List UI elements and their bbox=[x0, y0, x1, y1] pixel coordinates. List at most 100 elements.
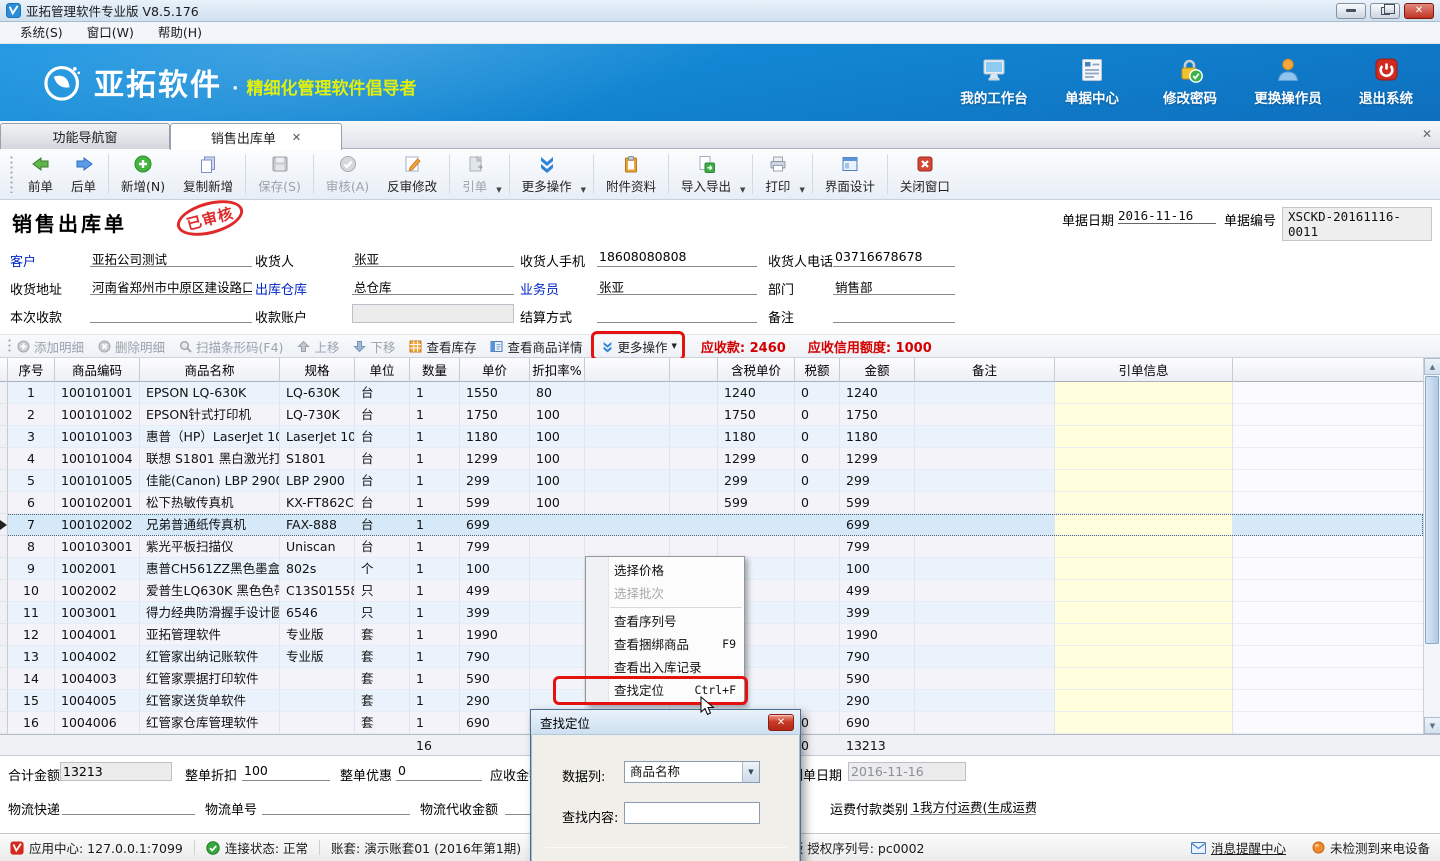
cell-规格[interactable]: 专业版 bbox=[280, 646, 355, 668]
cell-商品名称[interactable]: 得力经典防滑握手设计圆 bbox=[140, 602, 280, 624]
row-indicator[interactable] bbox=[0, 646, 8, 668]
field-value-收货人电话[interactable]: 03716678678 bbox=[833, 248, 955, 267]
cell-单价[interactable]: 1990 bbox=[460, 624, 530, 646]
menubar-item-0[interactable]: 系统(S) bbox=[8, 22, 75, 44]
cell-商品编码[interactable]: 1004006 bbox=[55, 712, 140, 734]
menu-item-选择价格[interactable]: 选择价格 bbox=[586, 559, 744, 582]
cell-金额[interactable]: 790 bbox=[840, 646, 915, 668]
cell-商品编码[interactable]: 100101003 bbox=[55, 426, 140, 448]
cell-折扣率%[interactable]: 100 bbox=[530, 470, 585, 492]
footer-value-合计金额[interactable]: 13213 bbox=[60, 762, 172, 781]
maximize-button[interactable] bbox=[1370, 3, 1400, 19]
cell-单位[interactable]: 台 bbox=[355, 470, 410, 492]
cell-商品名称[interactable]: 红管家仓库管理软件 bbox=[140, 712, 280, 734]
cell-税额[interactable] bbox=[795, 580, 840, 602]
cell-商品编码[interactable]: 100101001 bbox=[55, 382, 140, 404]
cell-规格[interactable]: LBP 2900 bbox=[280, 470, 355, 492]
cell-含税单价[interactable]: 599 bbox=[718, 492, 795, 514]
cell-数量[interactable]: 1 bbox=[410, 492, 460, 514]
cell-数量[interactable]: 1 bbox=[410, 602, 460, 624]
chevron-down-icon[interactable]: ▼ bbox=[672, 342, 677, 350]
cell-单位[interactable]: 个 bbox=[355, 558, 410, 580]
cell-序号[interactable]: 5 bbox=[8, 470, 55, 492]
cell-备注[interactable] bbox=[915, 382, 1055, 404]
field-value-收款账户[interactable] bbox=[352, 304, 514, 323]
cell-单价[interactable]: 699 bbox=[460, 514, 530, 536]
toolbar-button-add[interactable]: 新增(N) bbox=[112, 151, 174, 198]
cell-含税单价[interactable]: 299 bbox=[718, 470, 795, 492]
table-row[interactable]: 1100101001EPSON LQ-630KLQ-630K台115508012… bbox=[0, 382, 1423, 404]
cell-序号[interactable]: 7 bbox=[8, 514, 55, 536]
cell-商品名称[interactable]: 松下热敏传真机 bbox=[140, 492, 280, 514]
cell-税额[interactable] bbox=[795, 514, 840, 536]
column-header-hidden-9[interactable] bbox=[670, 358, 718, 382]
cell-金额[interactable]: 299 bbox=[840, 470, 915, 492]
cell-商品名称[interactable]: 红管家出纳记账软件 bbox=[140, 646, 280, 668]
row-indicator[interactable] bbox=[0, 668, 8, 690]
cell-税额[interactable] bbox=[795, 536, 840, 558]
cell-引单信息[interactable] bbox=[1055, 580, 1233, 602]
cell-折扣率%[interactable] bbox=[530, 558, 585, 580]
column-header-引单信息[interactable]: 引单信息 bbox=[1055, 358, 1233, 382]
row-indicator[interactable] bbox=[0, 448, 8, 470]
cell-金额[interactable]: 599 bbox=[840, 492, 915, 514]
cell-金额[interactable]: 699 bbox=[840, 514, 915, 536]
cell-商品编码[interactable]: 100103001 bbox=[55, 536, 140, 558]
toolbar-button-close-win[interactable]: 关闭窗口 bbox=[891, 151, 959, 198]
table-row[interactable]: 7100102002兄弟普通纸传真机FAX-888台1699699 bbox=[0, 514, 1423, 536]
cell-数量[interactable]: 1 bbox=[410, 382, 460, 404]
close-button[interactable]: ✕ bbox=[1404, 3, 1434, 19]
dialog-close-icon[interactable]: ✕ bbox=[768, 714, 794, 731]
cell-商品编码[interactable]: 1002002 bbox=[55, 580, 140, 602]
data-column-select[interactable]: 商品名称 ▼ bbox=[624, 761, 760, 783]
cell-单位[interactable]: 套 bbox=[355, 668, 410, 690]
cell-单价[interactable]: 599 bbox=[460, 492, 530, 514]
column-header-税额[interactable]: 税额 bbox=[795, 358, 840, 382]
cell-单位[interactable]: 只 bbox=[355, 580, 410, 602]
toolbar-button-more-ops[interactable]: 更多操作 bbox=[513, 151, 581, 198]
row-indicator[interactable] bbox=[0, 712, 8, 734]
field-value-收货人手机[interactable]: 18608080808 bbox=[597, 248, 757, 267]
cell-含税单价[interactable]: 1299 bbox=[718, 448, 795, 470]
cell-折扣率%[interactable] bbox=[530, 536, 585, 558]
field-value-业务员[interactable]: 张亚 bbox=[597, 276, 757, 295]
find-content-input[interactable] bbox=[624, 802, 760, 824]
table-row[interactable]: 5100101005佳能(Canon) LBP 2900+LBP 2900台12… bbox=[0, 470, 1423, 492]
cell-商品名称[interactable]: 爱普生LQ630K 黑色色带 bbox=[140, 580, 280, 602]
cell-数量[interactable]: 1 bbox=[410, 712, 460, 734]
column-header-商品编码[interactable]: 商品编码 bbox=[55, 358, 140, 382]
cell-税额[interactable] bbox=[795, 558, 840, 580]
toolbar-button-print[interactable]: 打印 bbox=[756, 151, 799, 198]
cell-单价[interactable]: 790 bbox=[460, 646, 530, 668]
cell-序号[interactable]: 13 bbox=[8, 646, 55, 668]
cell-单位[interactable]: 台 bbox=[355, 404, 410, 426]
cell-含税单价[interactable]: 1750 bbox=[718, 404, 795, 426]
cell-商品名称[interactable]: 兄弟普通纸传真机 bbox=[140, 514, 280, 536]
field-value-本次收款[interactable] bbox=[90, 304, 252, 323]
row-indicator[interactable] bbox=[0, 602, 8, 624]
toolbar-button-copy-add[interactable]: 复制新增 bbox=[174, 151, 242, 198]
column-header-hidden-8[interactable] bbox=[585, 358, 670, 382]
cell-数量[interactable]: 1 bbox=[410, 668, 460, 690]
row-indicator[interactable] bbox=[0, 536, 8, 558]
cell-税额[interactable]: 0 bbox=[795, 712, 840, 734]
cell-hidden[interactable] bbox=[670, 492, 718, 514]
cell-单价[interactable]: 590 bbox=[460, 668, 530, 690]
detail-button-stock[interactable]: 查看库存 bbox=[409, 337, 476, 356]
cell-数量[interactable]: 1 bbox=[410, 558, 460, 580]
column-header-折扣率%[interactable]: 折扣率% bbox=[530, 358, 585, 382]
chevron-down-icon[interactable]: ▼ bbox=[581, 186, 586, 194]
cell-单价[interactable]: 1750 bbox=[460, 404, 530, 426]
cell-引单信息[interactable] bbox=[1055, 448, 1233, 470]
table-row[interactable]: 2100101002EPSON针式打印机LQ-730K台117501001750… bbox=[0, 404, 1423, 426]
cell-hidden[interactable] bbox=[670, 426, 718, 448]
cell-hidden[interactable] bbox=[585, 426, 670, 448]
detail-button-more-ops-sm[interactable]: 更多操作▼ bbox=[597, 337, 681, 356]
cell-折扣率%[interactable]: 100 bbox=[530, 426, 585, 448]
cell-引单信息[interactable] bbox=[1055, 470, 1233, 492]
field-value-客户[interactable]: 亚拓公司测试 bbox=[90, 248, 252, 267]
cell-商品编码[interactable]: 1003001 bbox=[55, 602, 140, 624]
cell-数量[interactable]: 1 bbox=[410, 514, 460, 536]
row-indicator[interactable] bbox=[0, 426, 8, 448]
cell-折扣率%[interactable]: 100 bbox=[530, 448, 585, 470]
